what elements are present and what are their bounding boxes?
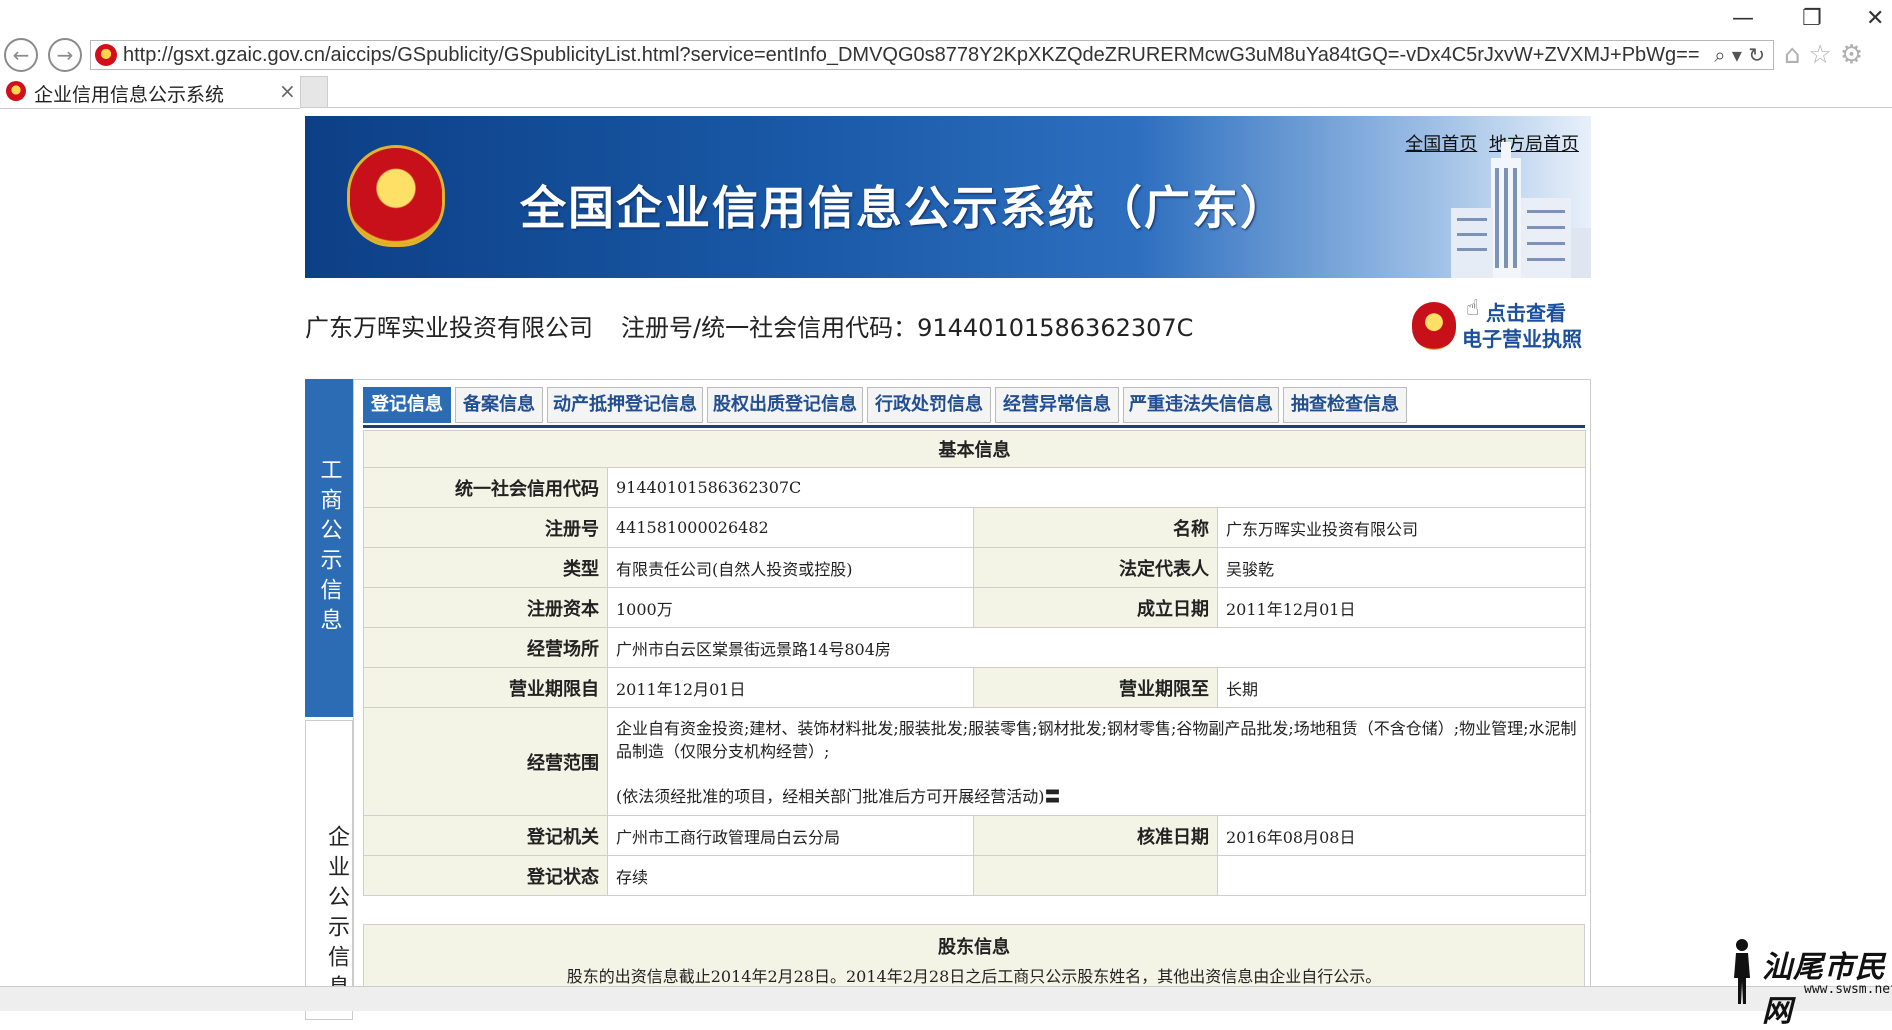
status-value: 存续 — [607, 855, 974, 896]
founded-value: 2011年12月01日 — [1217, 587, 1586, 628]
side-nav-enterprise-info[interactable]: 企业公示信息 — [305, 720, 353, 1020]
tab-strip-divider — [328, 107, 1892, 108]
empty-value — [1217, 855, 1586, 896]
status-bar — [0, 986, 1892, 1011]
address-tools: ⌕ ▾ ↻ — [1714, 43, 1765, 67]
building-image — [1451, 142, 1591, 278]
settings-gear-icon[interactable]: ⚙ — [1840, 40, 1871, 70]
side-nav-business-info[interactable]: 工商公示信息 — [305, 379, 353, 717]
authority-value: 广州市工商行政管理局白云分局 — [607, 815, 974, 856]
legal-rep-label: 法定代表人 — [973, 547, 1218, 588]
table-row: 统一社会信用代码 91440101586362307C — [363, 467, 1586, 508]
table-row: 注册号 441581000026482 名称 广东万晖实业投资有限公司 — [363, 507, 1586, 548]
table-row: 登记状态 存续 — [363, 855, 1586, 896]
restore-icon[interactable]: ❐ — [1802, 6, 1822, 31]
table-row: 登记机关 广州市工商行政管理局白云分局 核准日期 2016年08月08日 — [363, 815, 1586, 856]
new-tab-button[interactable] — [300, 76, 328, 108]
license-text: 点击查看 电子营业执照 — [1462, 300, 1582, 352]
close-window-icon[interactable]: ✕ — [1866, 6, 1884, 31]
basic-info-table: 基本信息 统一社会信用代码 91440101586362307C 注册号 441… — [363, 430, 1586, 896]
site-favicon-icon — [95, 44, 117, 66]
minimize-icon[interactable]: — — [1732, 6, 1754, 31]
license-emblem-icon — [1412, 302, 1456, 350]
browser-tab[interactable]: 企业信用信息公示系统 × — [0, 76, 300, 109]
tab-serious-violation[interactable]: 严重违法失信信息 — [1123, 387, 1279, 423]
dropdown-icon[interactable]: ▾ — [1732, 43, 1742, 67]
reg-no-label: 注册号 — [363, 507, 608, 548]
browser-toolbar-icons: ⌂☆⚙ — [1784, 40, 1871, 70]
approved-label: 核准日期 — [973, 815, 1218, 856]
type-label: 类型 — [363, 547, 608, 588]
banner-title: 全国企业信用信息公示系统（广东） — [520, 181, 1288, 235]
home-icon[interactable]: ⌂ — [1784, 40, 1809, 70]
scope-value: 企业自有资金投资;建材、装饰材料批发;服装批发;服装零售;钢材批发;钢材零售;谷… — [607, 707, 1586, 816]
back-button[interactable]: ← — [4, 38, 38, 72]
tab-registration[interactable]: 登记信息 — [363, 387, 451, 423]
tab-favicon-icon — [6, 81, 26, 101]
empty-label — [973, 855, 1218, 896]
table-row: 营业期限自 2011年12月01日 营业期限至 长期 — [363, 667, 1586, 708]
term-to-label: 营业期限至 — [973, 667, 1218, 708]
tab-close-icon[interactable]: × — [279, 79, 296, 103]
company-name: 广东万晖实业投资有限公司 — [305, 314, 593, 342]
tab-chattel-mortgage[interactable]: 动产抵押登记信息 — [547, 387, 703, 423]
license-line2: 电子营业执照 — [1462, 327, 1582, 351]
site-banner: 全国企业信用信息公示系统（广东） 全国首页 地方局首页 — [305, 116, 1591, 278]
reg-no-value: 441581000026482 — [607, 507, 974, 548]
national-emblem-icon — [350, 148, 442, 244]
tab-admin-penalty[interactable]: 行政处罚信息 — [867, 387, 991, 423]
refresh-icon[interactable]: ↻ — [1748, 43, 1765, 67]
type-value: 有限责任公司(自然人投资或控股) — [607, 547, 974, 588]
address-row: ← → http://gsxt.gzaic.gov.cn/aiccips/GSp… — [0, 38, 1892, 72]
e-license-link[interactable]: ☝ 点击查看 电子营业执照 — [1410, 296, 1590, 356]
address-label: 经营场所 — [363, 627, 608, 668]
tab-inspection[interactable]: 抽查检查信息 — [1283, 387, 1407, 423]
legal-rep-value: 吴骏乾 — [1217, 547, 1586, 588]
company-header: 广东万晖实业投资有限公司 注册号/统一社会信用代码：914401015863623… — [305, 308, 1193, 343]
table-row: 基本信息 — [363, 430, 1586, 468]
watermark-figure-icon — [1734, 939, 1750, 1004]
favorites-star-icon[interactable]: ☆ — [1809, 40, 1840, 70]
scope-line1: 企业自有资金投资;建材、装饰材料批发;服装批发;服装零售;钢材批发;钢材零售;谷… — [616, 719, 1577, 761]
address-bar[interactable]: http://gsxt.gzaic.gov.cn/aiccips/GSpubli… — [90, 40, 1774, 70]
address-value: 广州市白云区棠景街远景路14号804房 — [607, 627, 1586, 668]
shareholder-title: 股东信息 — [938, 937, 1010, 958]
forward-button[interactable]: → — [48, 38, 82, 72]
tab-equity-pledge[interactable]: 股权出质登记信息 — [707, 387, 863, 423]
tab-title: 企业信用信息公示系统 — [34, 84, 225, 106]
watermark-url: www.swsm.net — [1804, 982, 1892, 997]
founded-label: 成立日期 — [973, 587, 1218, 628]
credit-code-label: 统一社会信用代码 — [363, 467, 608, 508]
tab-underline — [363, 425, 1585, 428]
term-to-value: 长期 — [1217, 667, 1586, 708]
tab-filing[interactable]: 备案信息 — [455, 387, 543, 423]
status-label: 登记状态 — [363, 855, 608, 896]
term-from-label: 营业期限自 — [363, 667, 608, 708]
company-code: 注册号/统一社会信用代码：91440101586362307C — [621, 314, 1194, 342]
address-url[interactable]: http://gsxt.gzaic.gov.cn/aiccips/GSpubli… — [123, 44, 1700, 67]
scope-line2: (依法须经批准的项目，经相关部门批准后方可开展经营活动)〓 — [616, 787, 1061, 806]
table-row: 经营范围 企业自有资金投资;建材、装饰材料批发;服装批发;服装零售;钢材批发;钢… — [363, 707, 1586, 816]
scope-label: 经营范围 — [363, 707, 608, 816]
table-row: 类型 有限责任公司(自然人投资或控股) 法定代表人 吴骏乾 — [363, 547, 1586, 588]
capital-value: 1000万 — [607, 587, 974, 628]
name-value: 广东万晖实业投资有限公司 — [1217, 507, 1586, 548]
table-row: 经营场所 广州市白云区棠景街远景路14号804房 — [363, 627, 1586, 668]
credit-code-value: 91440101586362307C — [607, 467, 1586, 508]
approved-value: 2016年08月08日 — [1217, 815, 1586, 856]
license-line1: 点击查看 — [1486, 301, 1566, 325]
tab-abnormal-operation[interactable]: 经营异常信息 — [995, 387, 1119, 423]
capital-label: 注册资本 — [363, 587, 608, 628]
table-row: 注册资本 1000万 成立日期 2011年12月01日 — [363, 587, 1586, 628]
watermark: 汕尾市民网 www.swsm.net — [1728, 934, 1892, 1029]
name-label: 名称 — [973, 507, 1218, 548]
term-from-value: 2011年12月01日 — [607, 667, 974, 708]
shareholder-note: 股东的出资信息截止2014年2月28日。2014年2月28日之后工商只公示股东姓… — [566, 967, 1382, 986]
section-title: 基本信息 — [363, 430, 1586, 468]
authority-label: 登记机关 — [363, 815, 608, 856]
search-icon[interactable]: ⌕ — [1714, 43, 1725, 67]
